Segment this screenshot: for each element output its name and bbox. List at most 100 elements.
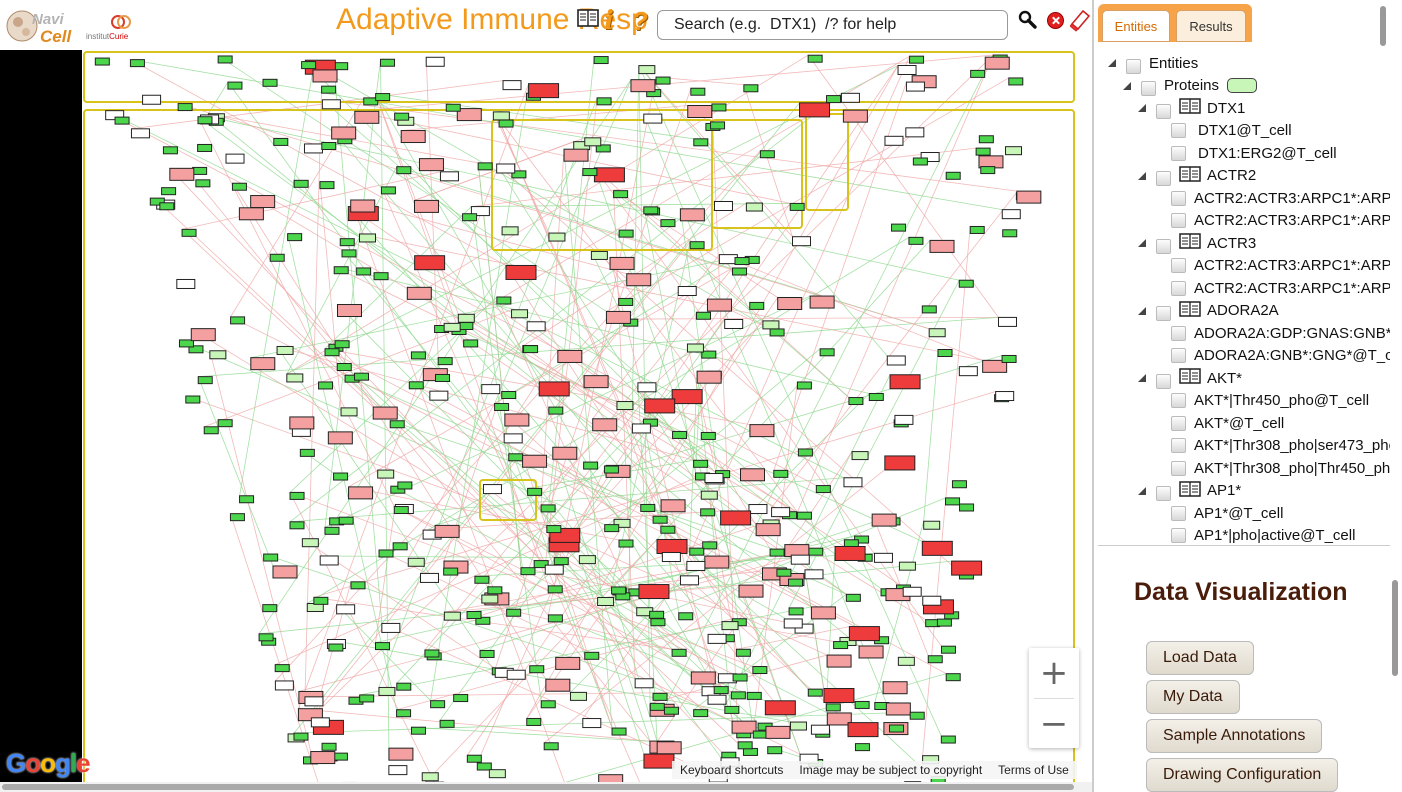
map-node[interactable] [997, 316, 1017, 327]
map-node[interactable] [1001, 354, 1017, 363]
map-node[interactable] [655, 76, 671, 85]
book-icon[interactable] [1179, 98, 1201, 118]
map-node[interactable] [672, 430, 688, 439]
map-node[interactable] [898, 561, 916, 571]
book-icon[interactable] [1179, 233, 1201, 253]
tree-item-checkbox[interactable] [1171, 123, 1186, 138]
map-node[interactable] [511, 309, 529, 319]
map-node[interactable] [250, 195, 276, 209]
book-icon[interactable] [1179, 368, 1201, 388]
map-node[interactable] [272, 565, 298, 579]
map-node[interactable] [937, 349, 953, 358]
map-node[interactable] [840, 92, 860, 103]
map-node[interactable] [858, 645, 884, 659]
map-node[interactable] [578, 555, 596, 565]
map-node[interactable] [686, 560, 706, 571]
map-node[interactable] [742, 747, 758, 756]
map-node[interactable] [356, 267, 372, 276]
map-node[interactable] [338, 516, 354, 525]
map-node[interactable] [339, 238, 355, 247]
map-node[interactable] [854, 700, 870, 709]
map-node[interactable] [545, 678, 571, 692]
tree-item[interactable]: ACTR2:ACTR3:ARPC1*:ARPC3 [1171, 277, 1390, 299]
tree-item-checkbox[interactable] [1171, 348, 1186, 363]
map-node[interactable] [735, 648, 751, 657]
map-node[interactable] [605, 310, 631, 324]
map-node[interactable] [652, 692, 668, 701]
map-node[interactable] [313, 596, 329, 605]
map-node[interactable] [494, 402, 510, 411]
tree-expand-arrow-icon[interactable] [1108, 59, 1116, 67]
tree-expand-arrow-icon[interactable] [1138, 171, 1146, 180]
map-node[interactable] [378, 549, 394, 558]
map-node[interactable] [553, 557, 569, 566]
map-node[interactable] [847, 722, 879, 738]
map-node[interactable] [897, 656, 915, 666]
map-node[interactable] [686, 343, 704, 353]
map-node[interactable] [161, 187, 177, 196]
book-icon[interactable] [577, 9, 599, 31]
map-node[interactable] [547, 614, 563, 623]
map-node[interactable] [181, 228, 197, 237]
map-node[interactable] [394, 112, 410, 121]
map-node[interactable] [762, 320, 780, 330]
map-node[interactable] [397, 481, 413, 490]
map-node[interactable] [389, 420, 405, 429]
map-node[interactable] [797, 448, 813, 457]
map-node[interactable] [190, 328, 216, 342]
map-node[interactable] [375, 93, 391, 102]
map-node[interactable] [808, 547, 824, 556]
map-node[interactable] [392, 542, 408, 551]
tree-item-checkbox[interactable] [1141, 81, 1156, 96]
tree-item[interactable]: ADORA2A:GNB*:GNG*@T_cell [1171, 345, 1390, 367]
map-node[interactable] [978, 135, 994, 144]
tree-item-checkbox[interactable] [1171, 213, 1186, 228]
map-node[interactable] [425, 56, 445, 67]
map-node[interactable] [429, 390, 449, 401]
map-node[interactable] [301, 61, 317, 70]
map-node[interactable] [506, 608, 522, 617]
tree-item-checkbox[interactable] [1171, 190, 1186, 206]
map-node[interactable] [523, 345, 539, 354]
map-node[interactable] [677, 286, 697, 297]
map-node[interactable] [807, 688, 823, 697]
map-node[interactable] [889, 724, 905, 733]
tree-item-checkbox[interactable] [1171, 145, 1186, 161]
map-node[interactable] [945, 171, 961, 180]
map-node[interactable] [927, 655, 943, 664]
map-node[interactable] [496, 163, 516, 174]
map-node[interactable] [746, 691, 762, 700]
book-icon[interactable] [1179, 165, 1201, 186]
map-node[interactable] [310, 717, 330, 728]
map-node[interactable] [583, 461, 599, 470]
map-node[interactable] [773, 469, 789, 478]
map-node[interactable] [546, 525, 562, 534]
map-node[interactable] [327, 431, 353, 445]
drawing-configuration-button[interactable]: Drawing Configuration [1146, 758, 1339, 792]
map-node[interactable] [458, 322, 474, 331]
map-node[interactable] [1005, 146, 1023, 156]
map-node[interactable] [381, 622, 401, 633]
map-node[interactable] [303, 143, 323, 154]
map-node[interactable] [547, 585, 563, 594]
map-node[interactable] [319, 181, 335, 190]
map-node[interactable] [262, 604, 278, 613]
map-node[interactable] [809, 295, 835, 309]
map-node[interactable] [789, 721, 807, 731]
tree-scrollbar[interactable] [1380, 6, 1386, 46]
tree-expand-arrow-icon[interactable] [1123, 81, 1131, 90]
map-node[interactable] [940, 735, 956, 744]
map-node[interactable] [810, 724, 830, 735]
map-node[interactable] [969, 225, 985, 234]
map-node[interactable] [413, 199, 439, 213]
map-node[interactable] [679, 208, 705, 222]
tree-item[interactable]: AKT*@T_cell [1171, 412, 1284, 434]
map-node[interactable] [921, 540, 953, 556]
tree-expand-arrow-icon[interactable] [1138, 239, 1146, 247]
map-node[interactable] [462, 213, 478, 222]
map-node[interactable] [597, 597, 615, 607]
map-node[interactable] [239, 495, 255, 504]
map-node[interactable] [959, 503, 975, 512]
map-node[interactable] [740, 468, 766, 482]
map-node[interactable] [406, 286, 432, 300]
